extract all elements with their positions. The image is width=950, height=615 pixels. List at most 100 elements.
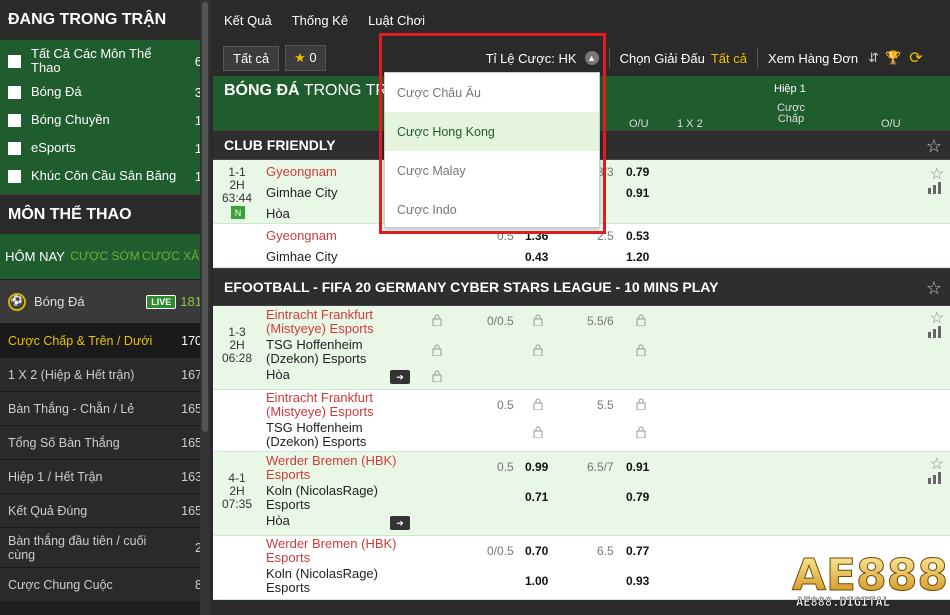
football-icon: ⚽ — [8, 292, 26, 311]
bet-slip-link[interactable]: Xem Hàng Đơn — [768, 51, 858, 66]
live-item-all[interactable]: Tất Cả Các Môn Thể Thao 6 — [0, 44, 210, 78]
under-odds[interactable]: 1.20 — [626, 250, 649, 264]
star-icon[interactable]: ☆ — [926, 136, 942, 157]
bet-type-label: Hiệp 1 / Hết Trận — [8, 469, 103, 484]
nav-results[interactable]: Kết Quả — [224, 13, 272, 28]
favorites-button[interactable]: ★ 0 — [285, 45, 326, 71]
live-stream-icon[interactable]: ➜ — [390, 516, 410, 530]
bet-type-label: Kết Quả Đúng — [8, 503, 88, 518]
home-odds[interactable]: 0.99 — [525, 460, 548, 474]
bet-type-label: Cược Chấp & Trên / Dưới — [8, 333, 153, 348]
bet-type-count: 2 — [195, 540, 202, 555]
nav-rules[interactable]: Luật Chơi — [368, 13, 425, 28]
bet-type-count: 165 — [181, 503, 202, 518]
checkbox[interactable] — [8, 85, 21, 99]
bet-type-count: 8 — [195, 577, 202, 592]
bet-type-label: Bàn Thắng - Chẵn / Lẻ — [8, 401, 135, 416]
star-icon[interactable]: ☆ — [930, 308, 944, 328]
nav-stats[interactable]: Thống Kê — [292, 13, 348, 28]
stats-icon[interactable] — [928, 182, 942, 194]
away-team: Koln (NicolasRage) Esports — [266, 483, 378, 512]
bet-type-item[interactable]: Hiệp 1 / Hết Trận 163 — [0, 459, 210, 493]
live-item-label: Bóng Chuyền — [31, 112, 110, 127]
star-icon[interactable]: ☆ — [930, 454, 944, 474]
stats-icon[interactable] — [928, 472, 942, 484]
match-row: 1-3 2H 06:28 Eintracht Frankfurt (Mistyeye… — [213, 306, 950, 390]
ou-line: 6.5/7 — [587, 460, 614, 474]
ou-line: 5.5 — [597, 398, 614, 412]
live-item-label: Bóng Đá — [31, 84, 82, 99]
bet-type-count: 170 — [181, 333, 202, 348]
divider — [756, 47, 758, 69]
teams: Gyeongnam Gimhae City — [266, 229, 406, 264]
match-clock: 1-1 2H 63:44 — [213, 166, 261, 205]
teams: Werder Bremen (HBK) Esports Koln (Nicolas… — [266, 454, 406, 528]
under-odds[interactable]: 0.93 — [626, 574, 649, 588]
live-item-icehockey[interactable]: Khúc Côn Cầu Sân Băng 1 — [0, 162, 210, 190]
league-efootball[interactable]: EFOOTBALL - FIFA 20 GERMANY CYBER STARS … — [213, 268, 950, 306]
teams: Eintracht Frankfurt (Mistyeye) Esports TS… — [266, 308, 406, 382]
star-icon[interactable]: ☆ — [930, 164, 944, 184]
lock-icon — [636, 398, 646, 411]
time: 07:35 — [221, 497, 253, 511]
trophy-icon[interactable]: 🏆 — [885, 50, 901, 66]
home-odds[interactable]: 0.70 — [525, 544, 548, 558]
tab-early[interactable]: CƯỢC SỚM — [70, 250, 140, 263]
live-sport-list: Tất Cả Các Môn Thể Thao 6 Bóng Đá 3 Bóng C… — [0, 40, 210, 194]
bet-type-item[interactable]: Cược Chấp & Trên / Dưới 170 — [0, 323, 210, 357]
live-item-esports[interactable]: eSports 1 — [0, 134, 210, 162]
over-odds[interactable]: 0.53 — [626, 229, 649, 243]
sport-football-row[interactable]: ⚽ Bóng Đá LIVE 181 — [0, 279, 210, 323]
bet-type-count: 165 — [181, 401, 202, 416]
over-odds[interactable]: 0.77 — [626, 544, 649, 558]
checkbox[interactable] — [8, 169, 21, 183]
live-item-volleyball[interactable]: Bóng Chuyền 1 — [0, 106, 210, 134]
bet-type-count: 167 — [181, 367, 202, 382]
sort-icon[interactable]: ⇵ — [868, 50, 879, 66]
bet-type-item[interactable]: Kết Quả Đúng 165 — [0, 493, 210, 527]
bet-type-label: Cược Chung Cuộc — [8, 577, 113, 592]
bet-type-item[interactable]: Cược Chung Cuộc 8 — [0, 567, 210, 601]
sidebar-scrollbar[interactable] — [200, 0, 210, 615]
checkbox[interactable] — [8, 54, 21, 68]
col-ou-ft: O/U — [629, 118, 649, 130]
lock-icon — [636, 314, 646, 327]
bet-type-item[interactable]: Bàn thắng đầu tiên / cuối cùng 2 — [0, 527, 210, 567]
favorites-count: 0 — [309, 50, 317, 65]
handicap-line: 0/0.5 — [487, 544, 514, 558]
live-item-football[interactable]: Bóng Đá 3 — [0, 78, 210, 106]
scrollbar-thumb[interactable] — [202, 2, 208, 432]
checkbox[interactable] — [8, 113, 21, 127]
star-icon[interactable]: ☆ — [926, 278, 942, 299]
live-stream-icon[interactable]: ➜ — [390, 370, 410, 384]
checkbox[interactable] — [8, 141, 21, 155]
away-odds[interactable]: 0.71 — [525, 490, 548, 504]
under-odds[interactable]: 0.91 — [626, 186, 649, 200]
all-button[interactable]: Tất cả — [223, 45, 280, 71]
league-select[interactable]: Chọn Giải Đấu Tất cả — [620, 51, 747, 66]
live-item-label: Tất Cả Các Môn Thể Thao — [31, 46, 152, 75]
bet-type-list: Cược Chấp & Trên / Dưới 170 1 X 2 (Hiệp &… — [0, 323, 210, 601]
refresh-icon[interactable]: ⟳ — [909, 48, 922, 68]
over-odds[interactable]: 0.79 — [626, 165, 649, 179]
sport-name: Bóng Đá — [34, 294, 85, 309]
away-odds[interactable]: 0.43 — [525, 250, 548, 264]
ae888-logo: AE888 AE888.DIGITAL — [792, 550, 949, 610]
lock-icon — [432, 344, 442, 357]
tab-today[interactable]: HÔM NAY — [0, 250, 70, 263]
bet-type-item[interactable]: 1 X 2 (Hiệp & Hết trận) 167 — [0, 357, 210, 391]
away-odds[interactable]: 1.00 — [525, 574, 548, 588]
lock-icon — [533, 314, 543, 327]
star-icon: ★ — [294, 50, 306, 65]
away-team: TSG Hoffenheim (Dzekon) Esports — [266, 420, 367, 449]
bet-type-item[interactable]: Tổng Số Bàn Thắng 165 — [0, 425, 210, 459]
teams: Eintracht Frankfurt (Mistyeye) Esports TS… — [266, 391, 406, 449]
stats-icon[interactable] — [928, 326, 942, 338]
lock-icon — [533, 398, 543, 411]
time: 06:28 — [221, 351, 253, 365]
over-odds[interactable]: 0.91 — [626, 460, 649, 474]
teams: Werder Bremen (HBK) Esports Koln (Nicolas… — [266, 537, 406, 595]
under-odds[interactable]: 0.79 — [626, 490, 649, 504]
sports-section-title: MÔN THỂ THAO — [0, 194, 210, 234]
bet-type-item[interactable]: Bàn Thắng - Chẵn / Lẻ 165 — [0, 391, 210, 425]
